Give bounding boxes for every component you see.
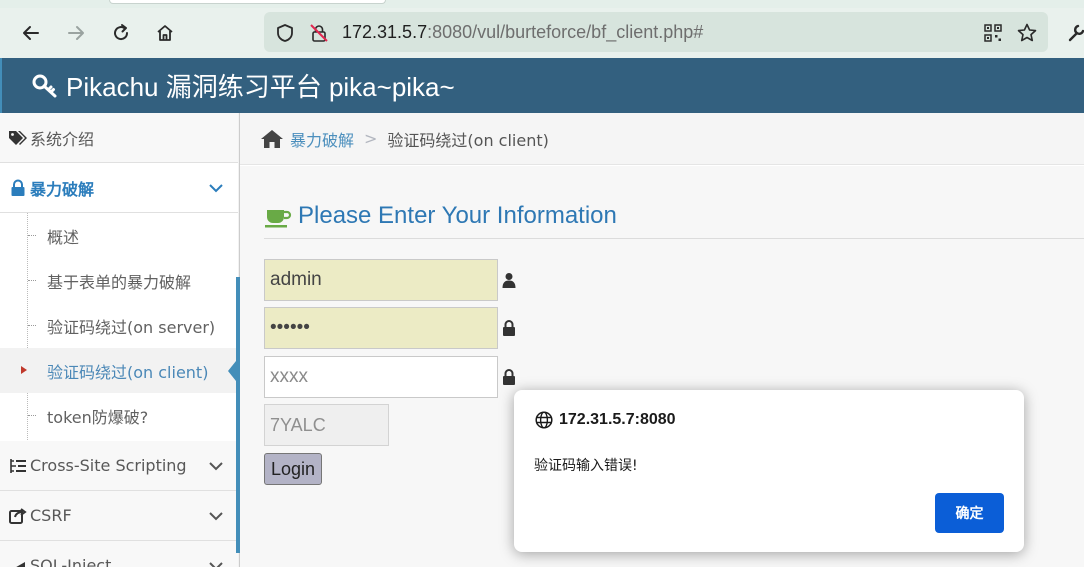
captcha-input[interactable] xyxy=(264,356,498,398)
sidebar-item-csrf[interactable]: CSRF xyxy=(0,491,238,541)
password-input[interactable] xyxy=(264,307,498,349)
globe-icon xyxy=(535,411,553,429)
chevron-down-icon xyxy=(209,512,223,521)
list-icon xyxy=(8,458,28,474)
qr-code-icon[interactable] xyxy=(982,22,1004,44)
login-button[interactable]: Login xyxy=(264,453,322,485)
tools-button[interactable] xyxy=(1062,19,1084,47)
shield-icon[interactable] xyxy=(274,22,296,44)
insecure-lock-icon[interactable] xyxy=(308,22,330,44)
coffee-cup-icon xyxy=(265,210,292,228)
reload-button[interactable] xyxy=(107,19,135,47)
url-path: :8080/vul/burteforce/bf_client.php# xyxy=(427,22,704,42)
browser-tabstrip xyxy=(0,0,1084,8)
username-input[interactable] xyxy=(264,259,498,301)
breadcrumb: 暴力破解 > 验证码绕过(on client) xyxy=(240,113,1084,165)
forward-arrow-icon xyxy=(68,26,84,40)
sidebar-item-label: 系统介绍 xyxy=(30,129,95,149)
lock-icon xyxy=(8,179,28,197)
url-text[interactable]: 172.31.5.7:8080/vul/burteforce/bf_client… xyxy=(342,22,703,43)
back-button[interactable] xyxy=(17,19,45,47)
chevron-down-icon xyxy=(209,462,223,471)
sidebar-item-bruteforce[interactable]: 暴力破解 xyxy=(0,163,238,213)
submenu-dash xyxy=(28,280,36,281)
captcha-code[interactable]: 7YALC xyxy=(264,404,389,446)
sidebar-item-label: 暴力破解 xyxy=(30,179,95,199)
tags-icon xyxy=(8,130,28,146)
dialog-message: 验证码输入错误! xyxy=(534,458,638,474)
submenu-dash xyxy=(28,235,36,236)
submenu-item-form-bruteforce[interactable]: 基于表单的暴力破解 xyxy=(0,258,238,303)
chevron-down-icon xyxy=(209,562,223,567)
submenu-dash xyxy=(28,415,36,416)
form-title: Please Enter Your Information xyxy=(298,202,617,229)
submenu-item-label: 概述 xyxy=(47,227,80,247)
breadcrumb-current: 验证码绕过(on client) xyxy=(387,130,549,150)
home-icon xyxy=(157,25,173,41)
lock-icon xyxy=(503,369,515,385)
caret-right-icon xyxy=(21,366,27,374)
home-icon[interactable] xyxy=(260,129,284,149)
form-heading: Please Enter Your Information xyxy=(264,202,617,230)
user-icon xyxy=(502,273,516,288)
submenu-item-token[interactable]: token防爆破? xyxy=(0,393,238,438)
wrench-icon xyxy=(1068,24,1084,42)
key-icon xyxy=(32,72,60,100)
chevron-down-icon xyxy=(209,184,223,193)
reload-icon xyxy=(114,24,129,41)
sidebar-item-label: CSRF xyxy=(30,506,72,525)
active-tab[interactable] xyxy=(109,0,386,4)
lock-icon xyxy=(503,320,515,336)
submenu-item-overview[interactable]: 概述 xyxy=(0,213,238,258)
submenu-item-label: token防爆破? xyxy=(47,407,149,427)
address-bar[interactable]: 172.31.5.7:8080/vul/burteforce/bf_client… xyxy=(264,12,1048,52)
title-divider xyxy=(264,238,1084,239)
dialog-origin: 172.31.5.7:8080 xyxy=(535,411,676,429)
bruteforce-submenu: 概述 基于表单的暴力破解 验证码绕过(on server) 验证码绕过(on c… xyxy=(0,213,240,442)
sidebar-item-intro[interactable]: 系统介绍 xyxy=(0,113,238,163)
share-icon xyxy=(8,507,28,524)
sidebar-item-label: Cross-Site Scripting xyxy=(30,456,187,475)
back-arrow-icon xyxy=(23,26,39,40)
alert-dialog: 172.31.5.7:8080 验证码输入错误! 确定 xyxy=(514,390,1024,552)
breadcrumb-separator: > xyxy=(364,129,378,148)
sidebar-item-sqli[interactable]: SQL-Inject xyxy=(0,541,238,567)
submenu-item-label: 基于表单的暴力破解 xyxy=(47,272,192,292)
submenu-item-label: 验证码绕过(on client) xyxy=(47,362,209,382)
sql-icon xyxy=(8,558,28,567)
submenu-item-captcha-server[interactable]: 验证码绕过(on server) xyxy=(0,303,238,348)
brand-title[interactable]: Pikachu 漏洞练习平台 pika~pika~ xyxy=(66,67,455,104)
sidebar-item-xss[interactable]: Cross-Site Scripting xyxy=(0,441,238,491)
forward-button[interactable] xyxy=(62,19,90,47)
favorite-star-icon[interactable] xyxy=(1016,22,1038,44)
sidebar-item-label: SQL-Inject xyxy=(30,556,112,567)
dialog-origin-text: 172.31.5.7:8080 xyxy=(559,411,676,428)
submenu-item-captcha-client[interactable]: 验证码绕过(on client) xyxy=(0,348,240,393)
dialog-ok-button[interactable]: 确定 xyxy=(935,493,1004,533)
submenu-dash xyxy=(28,325,36,326)
page-header: Pikachu 漏洞练习平台 pika~pika~ xyxy=(0,58,1084,113)
submenu-item-label: 验证码绕过(on server) xyxy=(47,317,216,337)
home-button[interactable] xyxy=(151,19,179,47)
sidebar: 系统介绍 暴力破解 概述 基于表单的暴力破解 验证码绕过(on server) … xyxy=(0,113,240,567)
url-host: 172.31.5.7 xyxy=(342,22,428,42)
breadcrumb-section-link[interactable]: 暴力破解 xyxy=(290,127,354,151)
browser-toolbar: 172.31.5.7:8080/vul/burteforce/bf_client… xyxy=(0,8,1084,58)
